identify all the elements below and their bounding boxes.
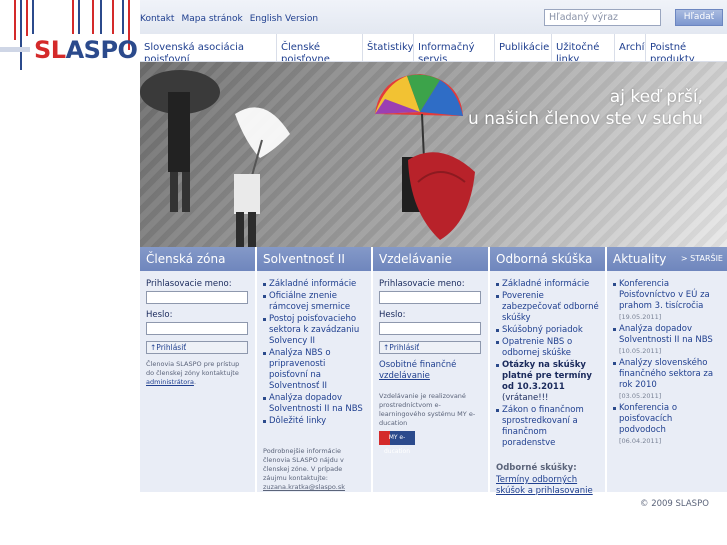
nav-item-clenske-poistovne[interactable]: Členské poisťovne (277, 34, 363, 61)
column-exam: Odborná skúška Základné informácie Pover… (490, 247, 607, 496)
content-columns: Členská zóna Prihlasovacie meno: Heslo: … (140, 247, 727, 496)
news-item-text: Konferencia o poisťovacích podvodoch (619, 403, 678, 435)
solvency-email-link[interactable]: zuzana.kratka@slaspo.sk (263, 483, 365, 492)
column-solvency: Solventnosť II Základné informácie Ofici… (257, 247, 373, 492)
column-education-title: Vzdelávanie (373, 247, 488, 271)
decorative-stripes (0, 0, 140, 545)
exam-questions-suffix: (vrátane!!! (502, 393, 549, 403)
list-item[interactable]: Dôležité linky (263, 416, 365, 427)
education-password-label: Heslo: (379, 310, 406, 320)
logo-underline (0, 47, 30, 52)
nav-item-publikacie[interactable]: Publikácie (495, 34, 552, 61)
news-item-date: [19.05.2011] (619, 313, 662, 321)
members-note: Členovia SLASPO pre prístup do členskej … (146, 360, 249, 387)
top-bar: Kontakt Mapa stránok English Version Hľa… (140, 0, 727, 34)
column-news: Aktuality > STARŠIE Konferencia Poisťovn… (607, 247, 727, 492)
list-item[interactable]: Analýza dopadov Solventnosti II na NBS (263, 393, 365, 415)
education-username-label: Prihlasovacie meno: (379, 279, 465, 289)
nav-item-statistiky[interactable]: Štatistiky (363, 34, 414, 61)
hero-banner: aj keď prší, u našich členov ste v suchu (140, 62, 727, 247)
exam-questions-text: Otázky na skúšky platné pre termíny od 1… (502, 360, 592, 392)
logo-text-b: AS (65, 36, 101, 64)
nav-item-archiv[interactable]: Archív (615, 34, 646, 61)
top-links: Kontakt Mapa stránok English Version (140, 14, 318, 24)
column-members-title: Členská zóna (140, 247, 255, 271)
news-item[interactable]: Konferencia Poisťovníctvo v EÚ za prahom… (613, 279, 721, 323)
search-button[interactable]: Hľadať (675, 9, 723, 26)
news-item-date: [03.05.2011] (619, 392, 662, 400)
hero-line-2: u našich členov ste v suchu (467, 109, 703, 129)
members-note-text: Členovia SLASPO pre prístup do členskej … (146, 360, 240, 377)
list-item[interactable]: Skúšobný poriadok (496, 325, 599, 336)
list-item[interactable]: Základné informácie (263, 279, 365, 290)
slaspo-logo[interactable]: SLASPO (34, 36, 138, 64)
nav-item-asociacia[interactable]: Slovenská asociácia poisťovní (140, 34, 277, 61)
my-education-logo[interactable]: MY e-ducation (379, 431, 415, 455)
news-item-text: Analýzy slovenského finančného sektora z… (619, 358, 714, 390)
main-nav: Slovenská asociácia poisťovní Členské po… (140, 34, 727, 62)
column-exam-title: Odborná skúška (490, 247, 605, 271)
members-login-button[interactable]: ↑Prihlásiť (146, 341, 248, 354)
search-input[interactable]: Hľadaný výraz (544, 9, 661, 26)
column-solvency-title: Solventnosť II (257, 247, 371, 271)
nav-item-poistne-produkty[interactable]: Poistné produkty (646, 34, 727, 61)
education-link-line-1: Osobitné finančné (379, 360, 457, 370)
news-item-text: Analýza dopadov Solventnosti II na NBS (619, 324, 713, 345)
list-item[interactable]: Základné informácie (496, 279, 599, 290)
members-username-input[interactable] (146, 291, 248, 304)
list-item-exam-questions[interactable]: Otázky na skúšky platné pre termíny od 1… (496, 360, 599, 404)
news-older-link[interactable]: > STARŠIE (681, 254, 723, 263)
logo-text-c: PO (100, 36, 138, 64)
news-item-text: Konferencia Poisťovníctvo v EÚ za prahom… (619, 279, 710, 311)
column-education: Vzdelávanie Prihlasovacie meno: Heslo: ↑… (373, 247, 490, 492)
news-item-date: [10.05.2011] (619, 347, 662, 355)
members-password-input[interactable] (146, 322, 248, 335)
list-item[interactable]: Zákon o finančnom sprostredkovaní a fina… (496, 405, 599, 449)
exam-dates-link[interactable]: Termíny odborných skúšok a prihlasovanie (496, 475, 599, 497)
news-item[interactable]: Konferencia o poisťovacích podvodoch [06… (613, 403, 721, 447)
education-username-input[interactable] (379, 291, 481, 304)
news-item[interactable]: Analýzy slovenského finančného sektora z… (613, 358, 721, 402)
news-item[interactable]: Analýza dopadov Solventnosti II na NBS [… (613, 324, 721, 357)
education-financial-link[interactable]: Osobitné finančné vzdelávanie (379, 360, 482, 382)
list-item[interactable]: Poverenie zabezpečovať odborné skúšky (496, 291, 599, 324)
education-password-input[interactable] (379, 322, 481, 335)
nav-item-informacny-servis[interactable]: Informačný servis (414, 34, 495, 61)
education-note: Vzdelávanie je realizované prostredníctv… (379, 392, 476, 427)
members-note-end: . (193, 378, 197, 386)
members-password-label: Heslo: (146, 310, 173, 320)
logo-text-a: SL (34, 36, 66, 64)
members-username-label: Prihlasovacie meno: (146, 279, 232, 289)
news-list: Konferencia Poisťovníctvo v EÚ za prahom… (613, 279, 721, 447)
list-item[interactable]: Analýza NBS o pripravenosti poisťovní na… (263, 348, 365, 392)
list-item[interactable]: Postoj poisťovacieho sektora k zavádzani… (263, 314, 365, 347)
exam-subhead: Odborné skúšky: (496, 463, 577, 473)
exam-list: Základné informácie Poverenie zabezpečov… (496, 279, 599, 449)
news-item-date: [06.04.2011] (619, 437, 662, 445)
solvency-list: Základné informácie Oficiálne znenie rám… (263, 279, 365, 427)
education-login-label: Prihlásiť (389, 343, 420, 352)
members-login-label: Prihlásiť (156, 343, 187, 352)
solvency-note: Podrobnejšie informácie členovia SLASPO … (263, 447, 344, 482)
education-link-line-2: vzdelávanie (379, 371, 430, 381)
hero-line-1: aj keď prší, (609, 87, 703, 107)
nav-item-uzitocne-linky[interactable]: Užitočné linky (552, 34, 615, 61)
hero-tagline: aj keď prší, u našich členov ste v suchu (468, 87, 703, 130)
column-news-title: Aktuality (613, 252, 667, 266)
column-news-header: Aktuality > STARŠIE (607, 247, 727, 271)
list-item[interactable]: Oficiálne znenie rámcovej smernice (263, 291, 365, 313)
link-english-version[interactable]: English Version (250, 14, 318, 24)
link-kontakt[interactable]: Kontakt (140, 14, 174, 24)
list-item[interactable]: Opatrenie NBS o odbornej skúške (496, 337, 599, 359)
education-login-button[interactable]: ↑Prihlásiť (379, 341, 481, 354)
link-mapa-stranok[interactable]: Mapa stránok (181, 14, 242, 24)
footer-copyright: © 2009 SLASPO (640, 499, 709, 509)
members-admin-link[interactable]: administrátora (146, 378, 194, 386)
column-members: Členská zóna Prihlasovacie meno: Heslo: … (140, 247, 257, 492)
